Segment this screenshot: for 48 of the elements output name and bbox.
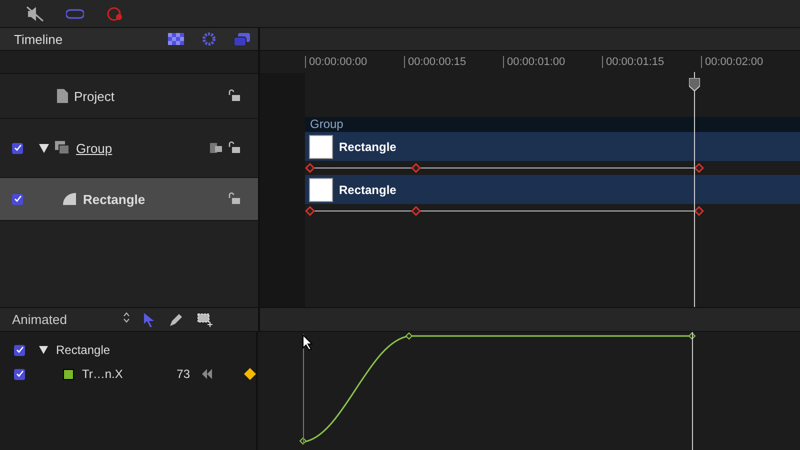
disclosure-triangle-icon[interactable] — [39, 144, 49, 152]
timecode-label: 00:00:01:00 — [503, 56, 602, 68]
checkbox[interactable] — [14, 344, 25, 356]
keyframe-diamond-icon[interactable] — [244, 368, 256, 380]
muted-speaker-icon[interactable] — [26, 6, 44, 22]
timecode-label: 00:00:00:00 — [305, 56, 404, 68]
clip-thumbnail — [309, 134, 333, 158]
checkbox[interactable] — [12, 142, 23, 154]
timecode-label: 00:00:00:15 — [404, 56, 503, 68]
layer-name: Group — [76, 140, 114, 156]
clip-thumbnail — [309, 178, 333, 202]
checkbox[interactable] — [14, 368, 25, 380]
document-icon — [57, 89, 68, 103]
clip-label: Rectangle — [339, 140, 396, 154]
group-track-label: Group — [305, 117, 800, 132]
stacked-squares-icon — [55, 141, 70, 155]
timecode-label: 00:00:02:00 — [701, 56, 800, 68]
selection-rectangle-icon[interactable] — [197, 312, 213, 326]
lock-icon[interactable] — [228, 140, 240, 152]
checkerboard-icon[interactable] — [168, 33, 184, 45]
layer-name: Rectangle — [83, 192, 146, 206]
checkbox[interactable] — [12, 194, 23, 204]
record-icon[interactable] — [106, 6, 124, 22]
clip-bar[interactable]: Rectangle — [305, 175, 800, 204]
timecode-label: 00:00:01:15 — [602, 56, 701, 68]
layer-row[interactable]: Rectangle — [0, 178, 258, 221]
parameter-value[interactable]: 73 — [160, 367, 190, 381]
up-down-arrows-icon — [123, 312, 130, 323]
shape-icon — [63, 193, 77, 205]
clip-label: Rectangle — [339, 182, 396, 196]
layer-name: Project — [74, 88, 116, 104]
arrow-pointer-icon[interactable] — [144, 312, 155, 326]
lock-icon[interactable] — [228, 192, 240, 204]
stacked-squares-icon[interactable] — [210, 142, 222, 154]
layer-row[interactable]: Project — [0, 74, 258, 119]
clip-bar[interactable]: Rectangle — [305, 132, 800, 161]
filter-dropdown[interactable]: Animated — [12, 312, 130, 327]
gear-icon[interactable] — [202, 32, 216, 46]
tree-item-label[interactable]: Rectangle — [56, 343, 110, 357]
playhead-handle[interactable] — [689, 78, 700, 91]
pencil-icon[interactable] — [169, 312, 183, 326]
previous-keyframe-icon[interactable] — [202, 369, 212, 379]
layers-icon[interactable] — [234, 32, 250, 46]
parameter-name: Tr…n.X — [82, 367, 123, 381]
mouse-cursor-icon — [302, 334, 314, 351]
panel-title: Timeline — [14, 32, 64, 46]
disclosure-triangle-icon[interactable] — [39, 346, 48, 354]
lock-icon[interactable] — [228, 88, 240, 100]
